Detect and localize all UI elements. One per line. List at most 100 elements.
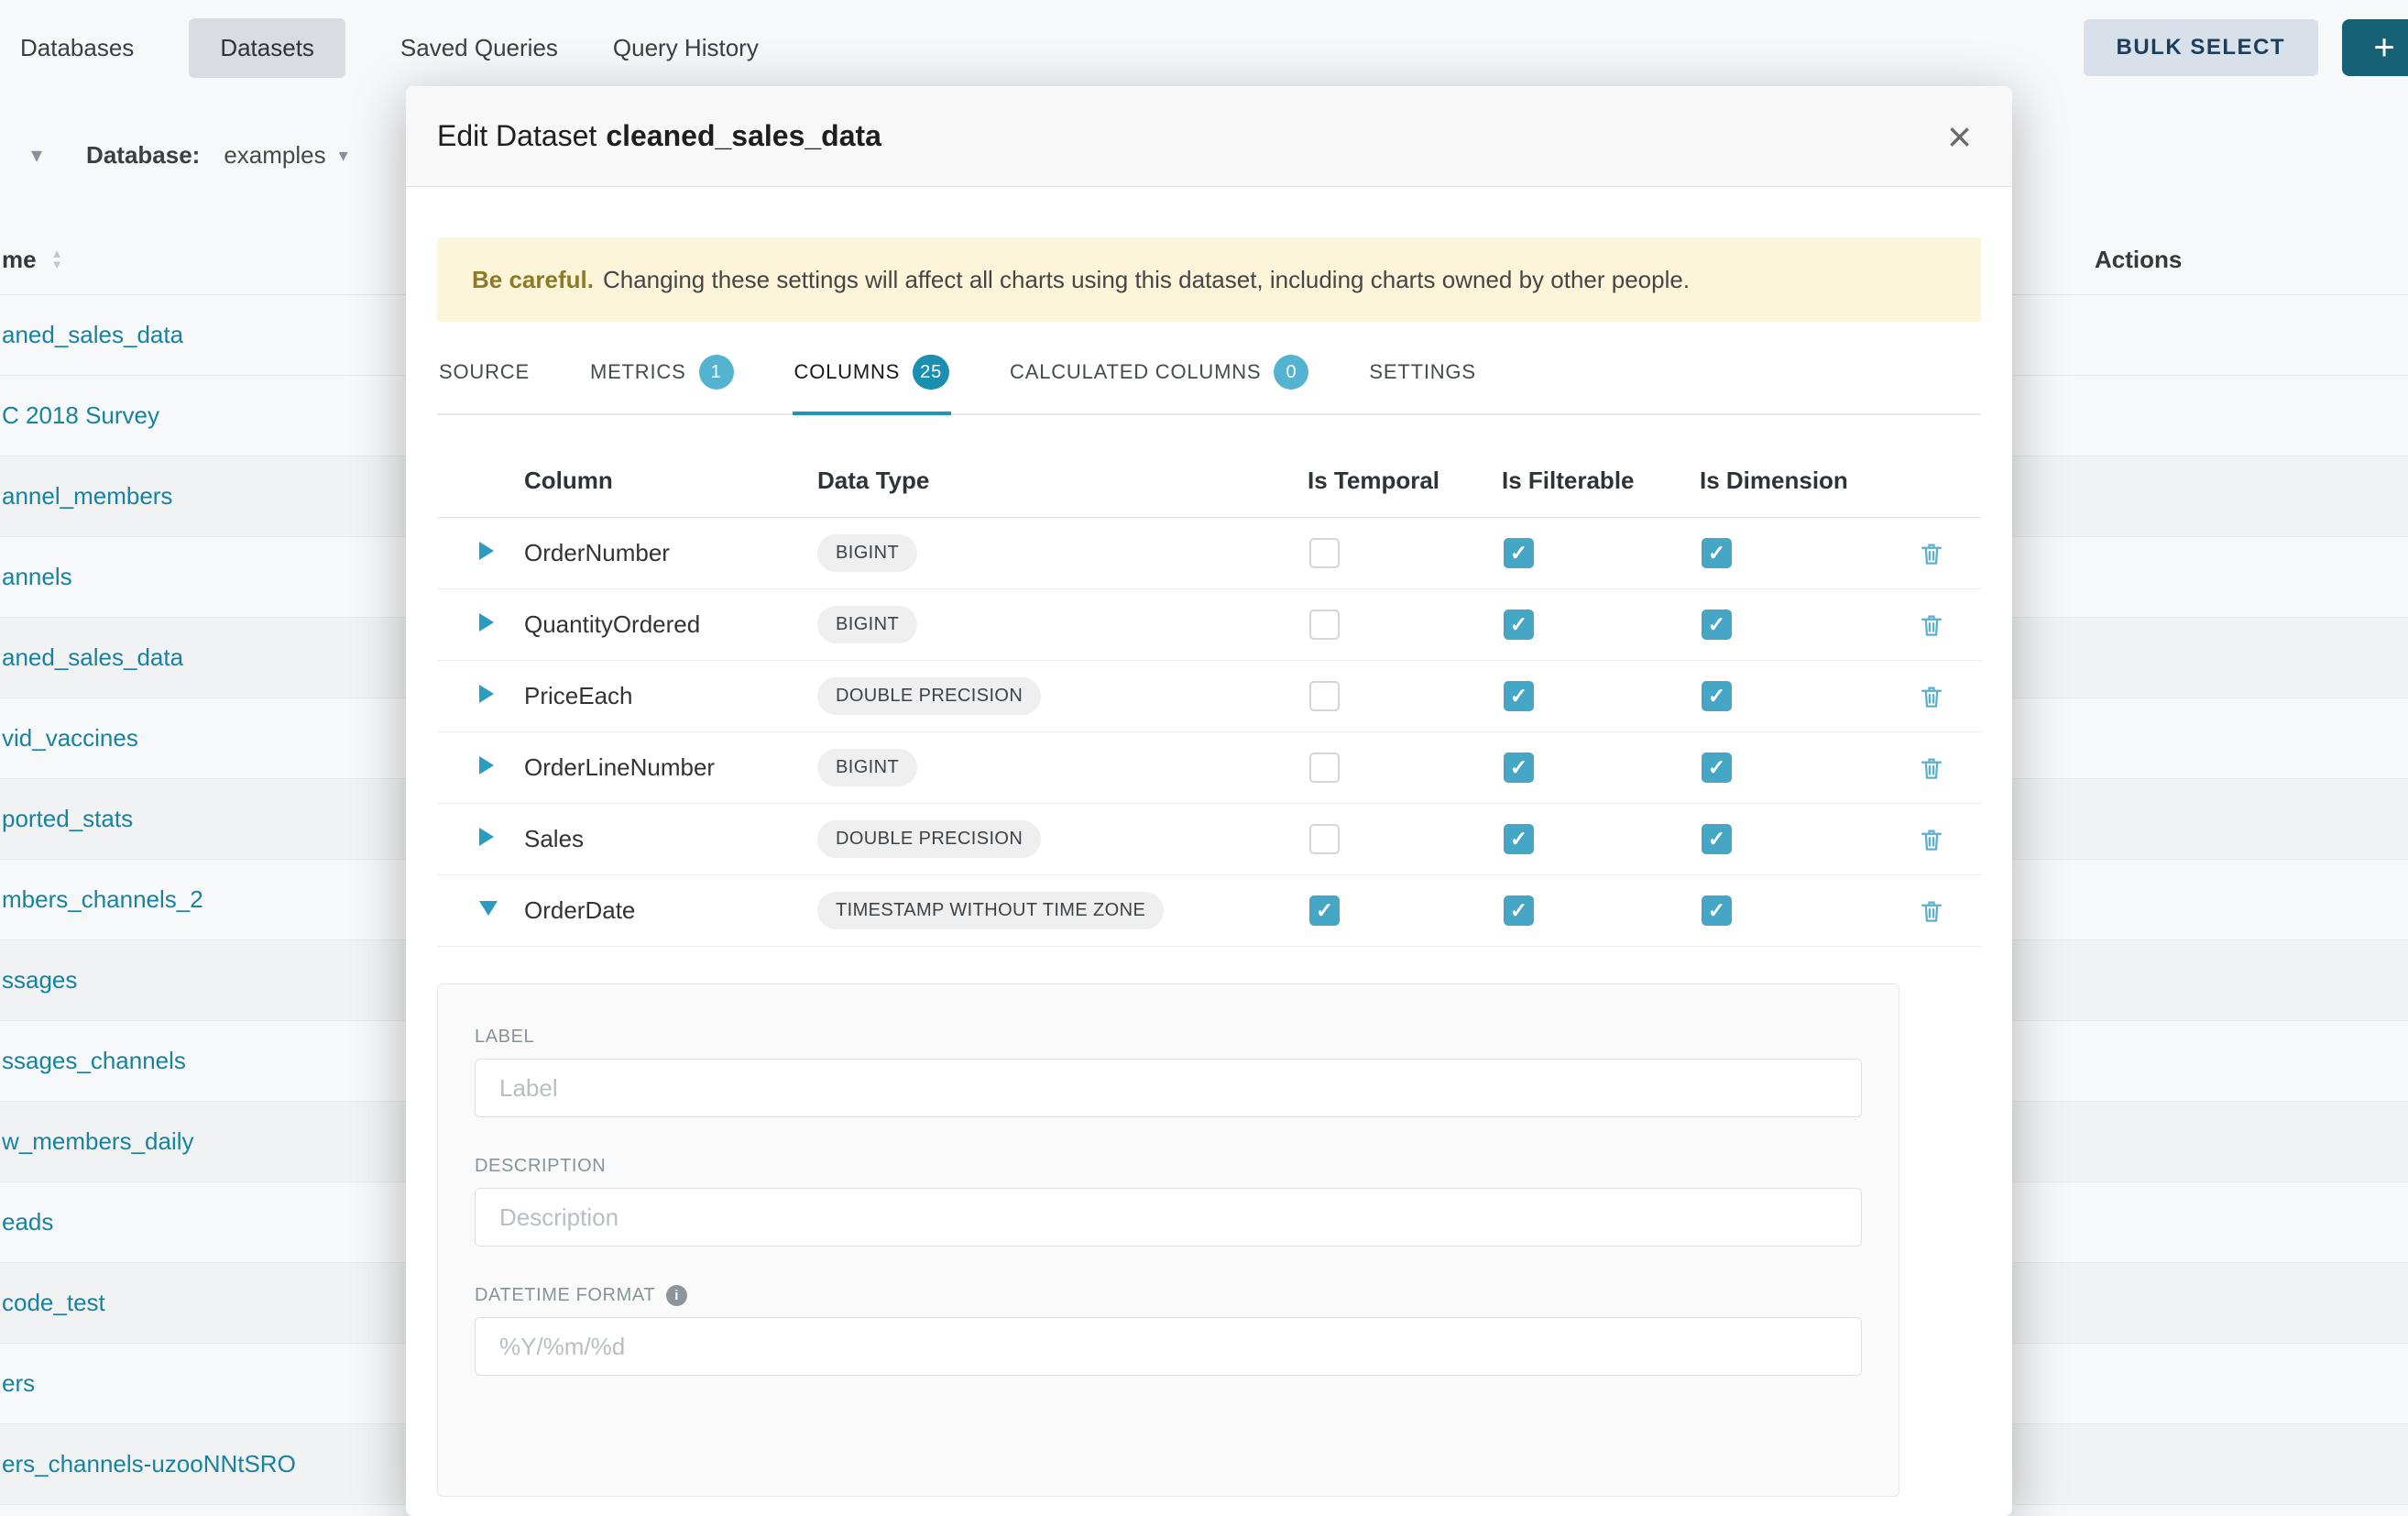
expand-caret-icon[interactable]	[479, 756, 494, 774]
is-filterable-checkbox[interactable]	[1504, 538, 1534, 568]
dataset-link[interactable]: annels	[0, 563, 72, 591]
expand-caret-icon[interactable]	[479, 685, 494, 703]
delete-column-icon[interactable]	[1918, 897, 1945, 925]
column-row: OrderDate TIMESTAMP WITHOUT TIME ZONE	[437, 875, 1981, 947]
expand-caret-icon[interactable]	[479, 901, 498, 916]
label-field-label: LABEL	[475, 1027, 1862, 1048]
tab-calculated-columns-label: CALCULATED COLUMNS	[1010, 360, 1261, 384]
tab-metrics[interactable]: METRICS 1	[588, 344, 736, 413]
info-icon[interactable]: i	[666, 1285, 687, 1306]
dataset-link[interactable]: annel_members	[0, 482, 172, 511]
data-type-pill: DOUBLE PRECISION	[817, 677, 1041, 715]
is-temporal-checkbox[interactable]	[1309, 538, 1340, 568]
dataset-link[interactable]: ssages	[0, 966, 77, 994]
delete-column-icon[interactable]	[1918, 540, 1945, 567]
is-filterable-header: Is Filterable	[1502, 467, 1700, 495]
tab-settings-label: SETTINGS	[1369, 360, 1475, 384]
column-name: PriceEach	[524, 682, 817, 710]
datetime-format-label-text: DATETIME FORMAT	[475, 1285, 655, 1306]
is-dimension-checkbox[interactable]	[1702, 538, 1732, 568]
delete-column-icon[interactable]	[1918, 611, 1945, 639]
dataset-link[interactable]: ported_stats	[0, 805, 133, 833]
dataset-link[interactable]: w_members_daily	[0, 1127, 194, 1156]
chevron-down-icon[interactable]: ▾	[31, 142, 42, 169]
nav-item-databases[interactable]: Databases	[20, 34, 134, 62]
modal-tabs: SOURCE METRICS 1 COLUMNS 25 CALCULATED C…	[437, 344, 1981, 415]
is-temporal-checkbox[interactable]	[1309, 753, 1340, 783]
is-dimension-checkbox[interactable]	[1702, 824, 1732, 854]
delete-column-icon[interactable]	[1918, 826, 1945, 853]
tab-settings[interactable]: SETTINGS	[1367, 344, 1477, 413]
dataset-link[interactable]: vid_vaccines	[0, 724, 138, 753]
sort-icon[interactable]: ▲ ▼	[51, 248, 63, 270]
is-dimension-checkbox[interactable]	[1702, 895, 1732, 926]
dataset-link[interactable]: eads	[0, 1208, 53, 1236]
description-input[interactable]	[475, 1188, 1862, 1247]
description-field-group: DESCRIPTION	[475, 1156, 1862, 1247]
chevron-down-icon[interactable]: ▾	[339, 144, 348, 167]
data-type-pill: BIGINT	[817, 749, 917, 786]
top-navigation: Databases Datasets Saved Queries Query H…	[0, 0, 2408, 95]
columns-count-badge: 25	[913, 355, 949, 390]
label-input[interactable]	[475, 1059, 1862, 1117]
dataset-link[interactable]: aned_sales_data	[0, 321, 183, 349]
label-field-group: LABEL	[475, 1027, 1862, 1117]
filter-bar: ▾ Database: examples ▾	[0, 123, 348, 187]
nav-item-saved-queries[interactable]: Saved Queries	[400, 34, 558, 62]
is-temporal-checkbox[interactable]	[1309, 681, 1340, 711]
is-filterable-checkbox[interactable]	[1504, 681, 1534, 711]
column-header: Column	[524, 467, 817, 495]
label-field-label-text: LABEL	[475, 1027, 534, 1048]
warning-bold-text: Be careful.	[472, 266, 594, 293]
expand-caret-icon[interactable]	[479, 542, 494, 560]
is-filterable-checkbox[interactable]	[1504, 824, 1534, 854]
is-temporal-checkbox[interactable]	[1309, 895, 1340, 926]
expand-caret-icon[interactable]	[479, 828, 494, 846]
delete-column-icon[interactable]	[1918, 683, 1945, 710]
dataset-link[interactable]: ers	[0, 1369, 35, 1398]
tab-calculated-columns[interactable]: CALCULATED COLUMNS 0	[1008, 344, 1310, 413]
dataset-link[interactable]: aned_sales_data	[0, 643, 183, 672]
data-type-pill: DOUBLE PRECISION	[817, 820, 1041, 858]
column-detail-panel: LABEL DESCRIPTION DATETIME FORMAT i	[437, 983, 1899, 1497]
warning-banner: Be careful. Changing these settings will …	[437, 237, 1981, 322]
column-name: OrderDate	[524, 896, 817, 925]
close-icon[interactable]: ×	[1947, 115, 1972, 158]
is-dimension-checkbox[interactable]	[1702, 610, 1732, 640]
is-dimension-header: Is Dimension	[1700, 467, 1899, 495]
column-row: QuantityOrdered BIGINT	[437, 589, 1981, 661]
tab-source-label: SOURCE	[439, 360, 530, 384]
nav-item-query-history[interactable]: Query History	[613, 34, 759, 62]
dataset-link[interactable]: ssages_channels	[0, 1047, 186, 1075]
is-temporal-checkbox[interactable]	[1309, 824, 1340, 854]
is-temporal-header: Is Temporal	[1308, 467, 1502, 495]
name-column-header[interactable]: me ▲ ▼	[2, 224, 62, 295]
database-filter-value[interactable]: examples	[224, 141, 325, 170]
bulk-select-button[interactable]: BULK SELECT	[2084, 19, 2319, 76]
actions-column-header: Actions	[2095, 224, 2182, 295]
dataset-link[interactable]: code_test	[0, 1289, 105, 1317]
dataset-link[interactable]: ers_channels-uzooNNtSRO	[0, 1450, 296, 1478]
is-temporal-checkbox[interactable]	[1309, 610, 1340, 640]
warning-text: Changing these settings will affect all …	[603, 266, 1690, 293]
tab-source[interactable]: SOURCE	[437, 344, 531, 413]
plus-icon: +	[2373, 27, 2394, 69]
expand-caret-icon[interactable]	[479, 613, 494, 632]
is-filterable-checkbox[interactable]	[1504, 895, 1534, 926]
nav-item-datasets[interactable]: Datasets	[189, 18, 345, 78]
tab-columns[interactable]: COLUMNS 25	[793, 344, 951, 415]
is-dimension-checkbox[interactable]	[1702, 753, 1732, 783]
is-dimension-checkbox[interactable]	[1702, 681, 1732, 711]
data-type-pill: BIGINT	[817, 534, 917, 572]
is-filterable-checkbox[interactable]	[1504, 610, 1534, 640]
dataset-link[interactable]: C 2018 Survey	[0, 401, 159, 430]
dataset-link[interactable]: mbers_channels_2	[0, 885, 203, 914]
datetime-format-input[interactable]	[475, 1317, 1862, 1376]
tab-columns-label: COLUMNS	[794, 360, 901, 384]
is-filterable-checkbox[interactable]	[1504, 753, 1534, 783]
data-type-pill: BIGINT	[817, 606, 917, 643]
delete-column-icon[interactable]	[1918, 754, 1945, 782]
data-type-header: Data Type	[817, 467, 1308, 495]
metrics-count-badge: 1	[699, 355, 734, 390]
add-dataset-button[interactable]: +	[2342, 19, 2408, 76]
